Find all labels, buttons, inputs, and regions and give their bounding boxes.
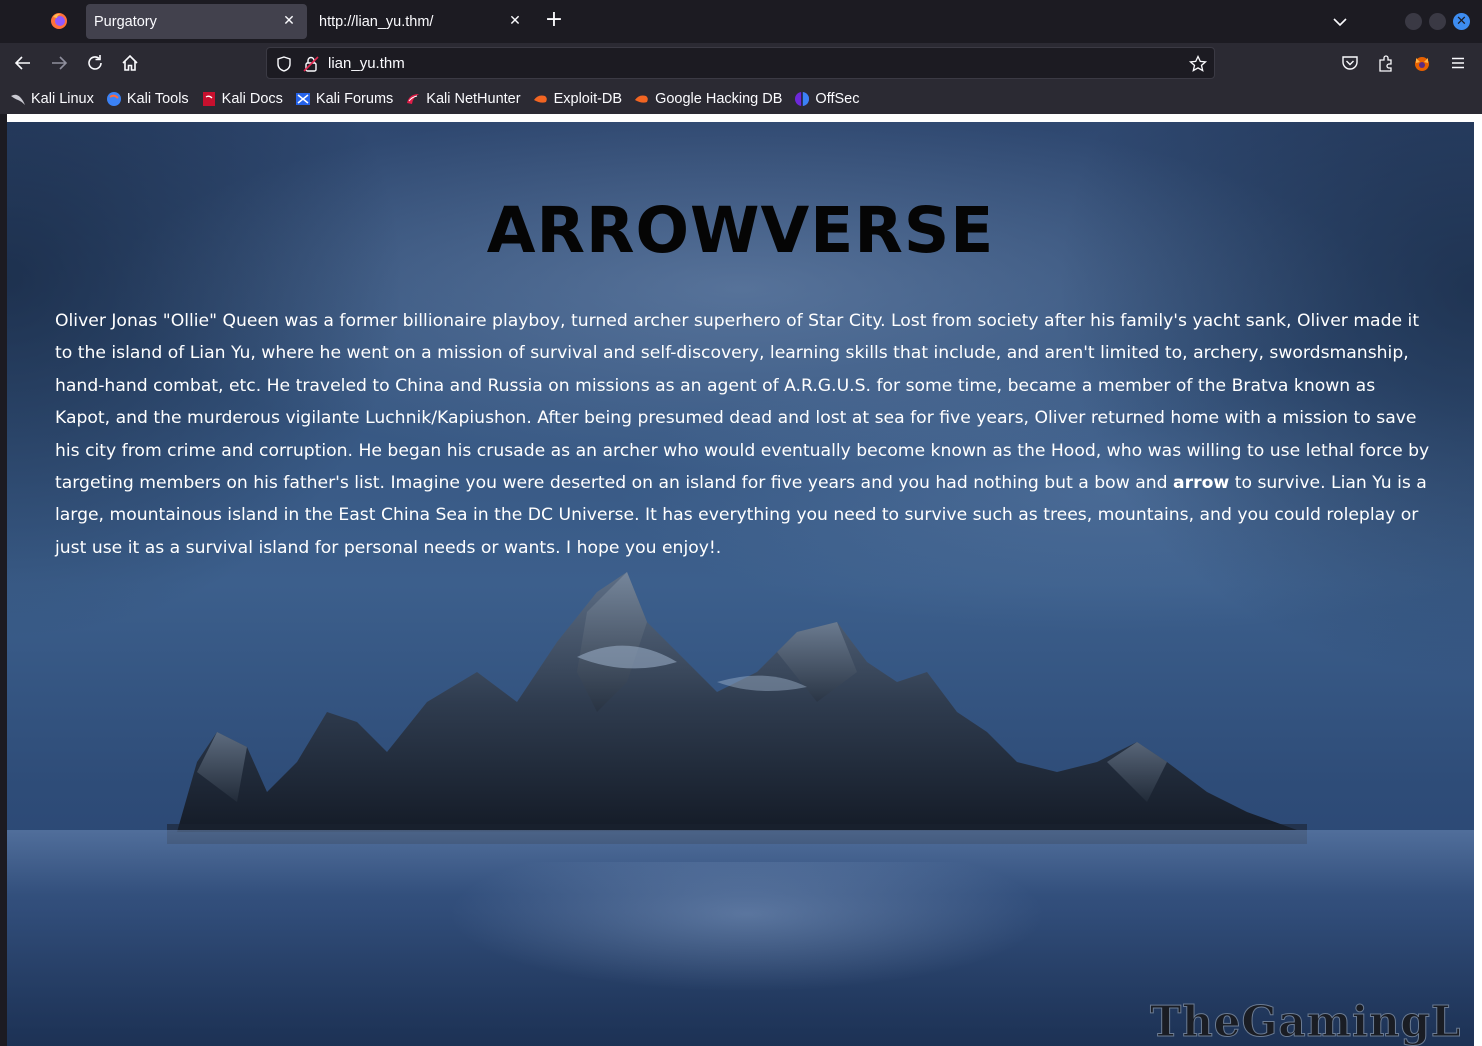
island-mountains-image (167, 572, 1307, 844)
maximize-button[interactable] (1429, 13, 1446, 30)
url-bar[interactable]: lian_yu.thm (266, 47, 1215, 79)
bookmark-google-hacking-db[interactable]: Google Hacking DB (634, 91, 782, 107)
highlighted-word: arrow (1173, 473, 1230, 494)
bookmark-label: Kali Docs (221, 90, 283, 107)
navigation-toolbar: lian_yu.thm (0, 43, 1482, 83)
tab-purgatory[interactable]: Purgatory ✕ (86, 4, 307, 39)
hamburger-menu-icon[interactable] (1448, 53, 1468, 73)
tab-close-icon[interactable]: ✕ (281, 13, 297, 29)
bookmark-label: Google Hacking DB (655, 90, 783, 107)
bookmark-label: Kali Forums (315, 90, 394, 107)
bookmark-label: Kali Tools (126, 90, 189, 107)
close-window-button[interactable]: ✕ (1453, 13, 1470, 30)
tab-lian-yu[interactable]: http://lian_yu.thm/ ✕ (311, 4, 533, 39)
tab-label: Purgatory (94, 13, 157, 30)
page-paragraph: Oliver Jonas "Ollie" Queen was a former … (55, 305, 1435, 564)
bookmarks-toolbar: Kali Linux Kali Tools Kali Docs Kali For… (0, 83, 1482, 114)
tab-label: http://lian_yu.thm/ (319, 13, 434, 30)
page-title: ARROWVERSE (486, 194, 995, 267)
pocket-icon[interactable] (1340, 53, 1360, 73)
ghdb-icon (635, 95, 648, 103)
offsec-icon (795, 91, 810, 106)
nethunter-icon (407, 93, 420, 104)
extension-fox-icon[interactable] (1412, 53, 1432, 73)
bookmark-kali-tools[interactable]: Kali Tools (106, 91, 189, 107)
paragraph-text-start: Oliver Jonas "Ollie" Queen was a former … (55, 311, 1430, 494)
bookmark-kali-forums[interactable]: Kali Forums (295, 91, 393, 107)
home-icon[interactable] (119, 52, 141, 74)
tab-strip: Purgatory ✕ http://lian_yu.thm/ ✕ + ✕ (0, 0, 1482, 43)
page-border-top (0, 114, 1482, 122)
reload-icon[interactable] (84, 52, 106, 74)
bookmark-label: Kali NetHunter (426, 90, 521, 107)
bookmark-kali-linux[interactable]: Kali Linux (10, 91, 94, 107)
firefox-icon[interactable] (50, 12, 68, 30)
extensions-icon[interactable] (1376, 53, 1396, 73)
bookmark-offsec[interactable]: OffSec (794, 91, 859, 107)
tab-close-icon[interactable]: ✕ (507, 13, 523, 29)
back-icon[interactable] (12, 52, 34, 74)
tracking-protection-icon[interactable] (275, 55, 293, 73)
new-tab-button[interactable]: + (543, 9, 565, 32)
watermark-logo: TheGamingL (1149, 997, 1462, 1046)
exploit-db-icon (533, 95, 547, 103)
bookmark-label: OffSec (815, 90, 860, 107)
bookmark-kali-nethunter[interactable]: Kali NetHunter (405, 90, 521, 107)
page-border-right (1474, 114, 1482, 1046)
insecure-lock-icon[interactable] (303, 55, 319, 73)
forward-icon[interactable] (48, 52, 70, 74)
chevron-down-icon[interactable] (1330, 12, 1350, 32)
kali-forums-icon (295, 92, 310, 105)
page-content: ARROWVERSE Oliver Jonas "Ollie" Queen wa… (7, 122, 1474, 1046)
kali-dragon-icon (11, 94, 25, 105)
kali-docs-icon (202, 91, 215, 106)
sea-shine (447, 862, 1047, 992)
page-border-left (0, 114, 7, 1046)
minimize-button[interactable] (1405, 13, 1422, 30)
url-text[interactable]: lian_yu.thm (328, 55, 405, 72)
bookmark-star-icon[interactable] (1188, 54, 1208, 74)
bookmark-kali-docs[interactable]: Kali Docs (201, 91, 283, 107)
bookmark-label: Exploit-DB (553, 90, 623, 107)
bookmark-label: Kali Linux (31, 90, 94, 107)
kali-tools-icon (106, 91, 121, 106)
bookmark-exploit-db[interactable]: Exploit-DB (533, 90, 623, 107)
